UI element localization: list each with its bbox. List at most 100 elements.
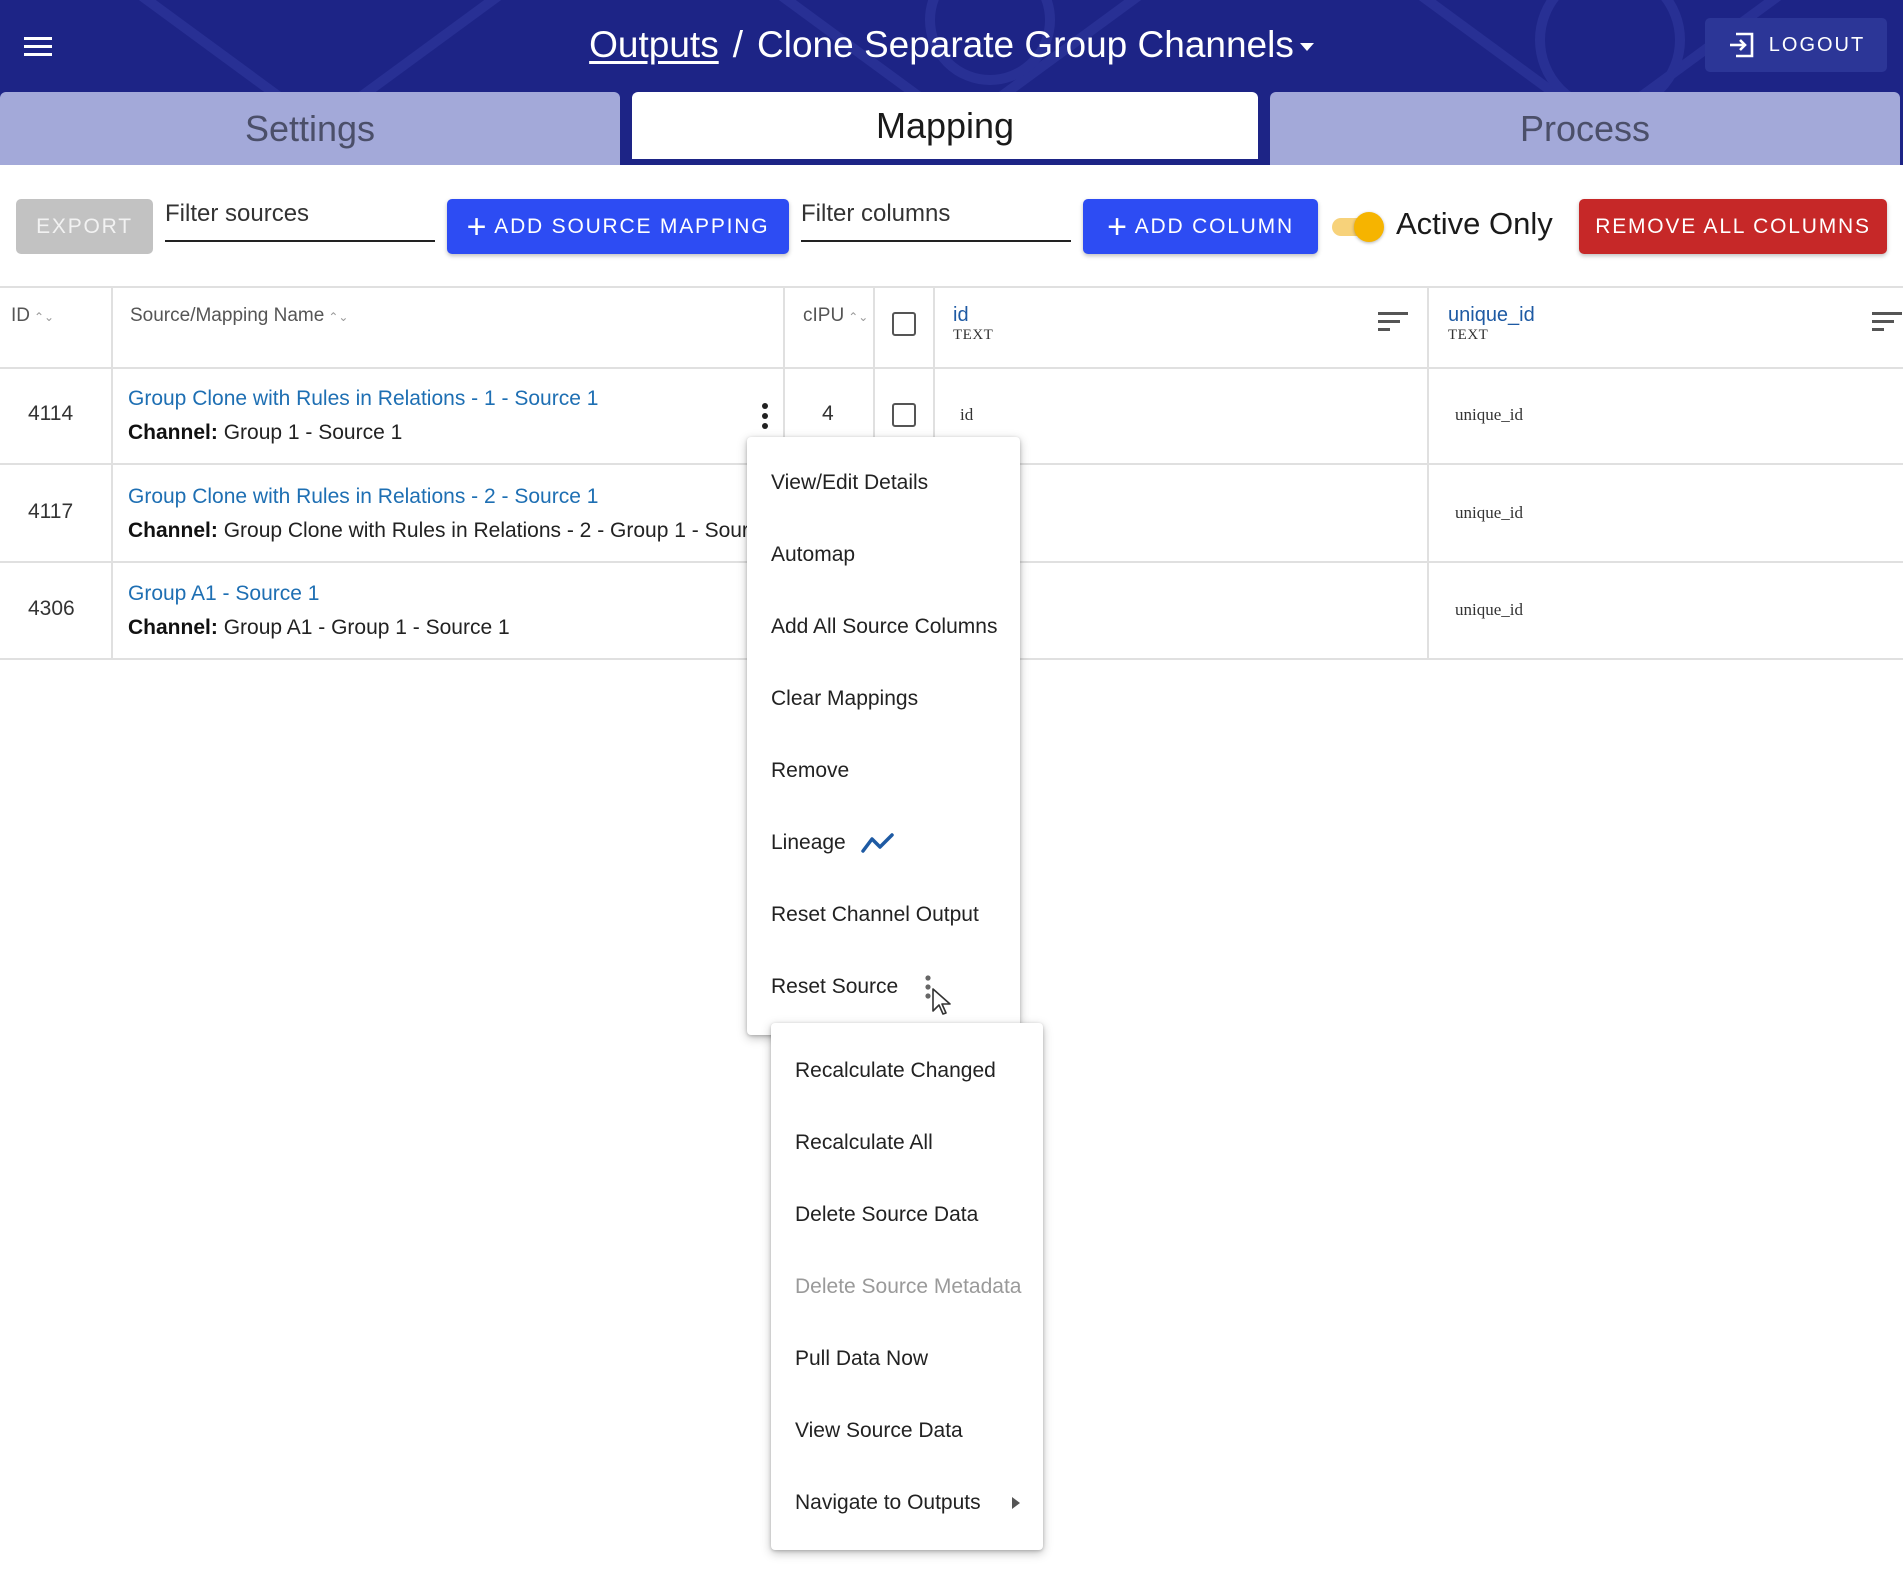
plus-icon: + <box>1107 207 1129 246</box>
tab-settings[interactable]: Settings <box>0 92 620 165</box>
menu-item-label: Recalculate Changed <box>795 1059 996 1082</box>
column-filter-icon[interactable] <box>1871 311 1903 333</box>
menu-item-reset-channel-output[interactable]: Reset Channel Output <box>747 879 1020 951</box>
column-type-id: TEXT <box>953 327 994 343</box>
column-name-unique-id[interactable]: unique_id <box>1448 304 1535 327</box>
remove-all-columns-button[interactable]: REMOVE ALL COLUMNS <box>1579 199 1887 254</box>
menu-item-label: Reset Channel Output <box>771 903 979 926</box>
export-button[interactable]: EXPORT <box>16 199 153 254</box>
export-label: EXPORT <box>36 214 133 238</box>
menu-item-recalculate-all[interactable]: Recalculate All <box>771 1107 1043 1179</box>
channel-text: Channel: Group 1 - Source 1 <box>128 421 402 445</box>
add-source-mapping-label: ADD SOURCE MAPPING <box>494 214 770 238</box>
tab-process[interactable]: Process <box>1270 92 1900 165</box>
menu-item-recalculate-changed[interactable]: Recalculate Changed <box>771 1035 1043 1107</box>
add-column-label: ADD COLUMN <box>1134 214 1294 238</box>
row-id: 4117 <box>28 500 74 523</box>
source-mapping-link[interactable]: Group Clone with Rules in Relations - 1 … <box>128 387 598 411</box>
channel-text: Channel: Group A1 - Group 1 - Source 1 <box>128 616 510 640</box>
row-context-menu: View/Edit Details Automap Add All Source… <box>747 437 1020 1035</box>
menu-item-label: Remove <box>771 759 850 782</box>
source-mapping-link[interactable]: Group A1 - Source 1 <box>128 582 319 606</box>
page-title: Outputs / Clone Separate Group Channels <box>0 18 1903 72</box>
sort-icon: ⌃⌄ <box>328 310 349 324</box>
mapped-value-unique-id[interactable]: unique_id <box>1455 503 1523 523</box>
row-cpu: 4 <box>822 402 834 425</box>
sort-icon: ⌃⌄ <box>848 310 869 324</box>
logout-icon <box>1729 32 1754 58</box>
menu-item-clear-mappings[interactable]: Clear Mappings <box>747 663 1020 735</box>
menu-item-delete-source-metadata: Delete Source Metadata <box>771 1251 1043 1323</box>
breadcrumb-outputs-link[interactable]: Outputs <box>589 24 719 65</box>
channel-value: Group 1 - Source 1 <box>223 421 403 444</box>
plus-icon: + <box>466 207 489 246</box>
app-header: Outputs / Clone Separate Group Channels LO… <box>0 0 1903 165</box>
active-only-toggle[interactable] <box>1330 211 1384 242</box>
menu-item-label: View/Edit Details <box>771 471 929 494</box>
menu-item-pull-data-now[interactable]: Pull Data Now <box>771 1323 1043 1395</box>
menu-item-navigate-to-outputs[interactable]: Navigate to Outputs <box>771 1467 1043 1539</box>
column-header-name-label: Source/Mapping Name <box>130 305 325 326</box>
mapped-value-unique-id[interactable]: unique_id <box>1455 405 1523 425</box>
add-column-button[interactable]: + ADD COLUMN <box>1083 199 1318 254</box>
channel-label: Channel: <box>128 616 218 639</box>
menu-item-label: Navigate to Outputs <box>795 1491 981 1514</box>
select-all-checkbox[interactable] <box>892 312 916 336</box>
menu-item-reset-source[interactable]: Reset Source <box>747 951 1020 1023</box>
channel-label: Channel: <box>128 519 218 542</box>
channel-text: Channel: Group Clone with Rules in Relat… <box>128 519 771 543</box>
lineage-icon <box>861 833 894 853</box>
row-more-vert-icon[interactable] <box>757 402 773 430</box>
menu-item-add-all-source-columns[interactable]: Add All Source Columns <box>747 591 1020 663</box>
menu-item-automap[interactable]: Automap <box>747 519 1020 591</box>
chevron-right-icon <box>1012 1497 1020 1509</box>
menu-item-label: Delete Source Metadata <box>795 1275 1022 1298</box>
menu-item-delete-source-data[interactable]: Delete Source Data <box>771 1179 1043 1251</box>
tab-mapping[interactable]: Mapping <box>632 92 1258 165</box>
add-source-mapping-button[interactable]: + ADD SOURCE MAPPING <box>447 199 789 254</box>
column-header-id[interactable]: ID ⌃⌄ <box>11 305 54 327</box>
output-title[interactable]: Clone Separate Group Channels <box>757 24 1294 65</box>
menu-item-label: Lineage <box>771 831 846 854</box>
row-checkbox[interactable] <box>892 403 916 427</box>
menu-item-label: Reset Source <box>771 975 899 998</box>
menu-item-label: Recalculate All <box>795 1131 933 1154</box>
column-header-cpu-label: cIPU <box>803 305 845 326</box>
column-type-unique-id: TEXT <box>1448 327 1489 343</box>
toggle-thumb <box>1354 212 1384 242</box>
column-header-name[interactable]: Source/Mapping Name ⌃⌄ <box>130 305 348 327</box>
mapped-value-id[interactable]: id <box>960 405 973 425</box>
row-id: 4114 <box>28 402 74 425</box>
source-mapping-link[interactable]: Group Clone with Rules in Relations - 2 … <box>128 485 598 509</box>
table-top-border <box>0 286 1903 288</box>
column-name-id[interactable]: id <box>953 304 969 327</box>
breadcrumb-separator: / <box>732 24 743 65</box>
menu-item-label: View Source Data <box>795 1419 963 1442</box>
menu-item-remove[interactable]: Remove <box>747 735 1020 807</box>
column-header-cpu[interactable]: cIPU ⌃⌄ <box>803 305 868 327</box>
caret-down-icon[interactable] <box>1299 43 1314 52</box>
sort-icon: ⌃⌄ <box>34 310 55 324</box>
remove-all-columns-label: REMOVE ALL COLUMNS <box>1595 214 1871 238</box>
column-divider <box>111 286 113 660</box>
menu-item-label: Pull Data Now <box>795 1347 929 1370</box>
row-id: 4306 <box>28 597 75 620</box>
channel-value: Group Clone with Rules in Relations - 2 … <box>223 519 772 542</box>
column-filter-icon[interactable] <box>1377 311 1409 333</box>
menu-item-label: Clear Mappings <box>771 687 919 710</box>
filter-sources-input[interactable] <box>165 194 435 242</box>
channel-value: Group A1 - Group 1 - Source 1 <box>223 616 510 639</box>
menu-item-label: Delete Source Data <box>795 1203 979 1226</box>
menu-item-label: Automap <box>771 543 856 566</box>
header-bottom-border <box>0 367 1903 369</box>
channel-label: Channel: <box>128 421 218 444</box>
column-header-id-label: ID <box>11 305 30 326</box>
reset-source-submenu: Recalculate Changed Recalculate All Dele… <box>771 1023 1043 1550</box>
mapped-value-unique-id[interactable]: unique_id <box>1455 600 1523 620</box>
filter-columns-input[interactable] <box>801 194 1071 242</box>
menu-item-view-edit-details[interactable]: View/Edit Details <box>747 447 1020 519</box>
menu-item-lineage[interactable]: Lineage <box>747 807 1020 879</box>
menu-item-view-source-data[interactable]: View Source Data <box>771 1395 1043 1467</box>
active-only-label: Active Only <box>1396 206 1553 241</box>
logout-button[interactable]: LOGOUT <box>1705 18 1887 72</box>
